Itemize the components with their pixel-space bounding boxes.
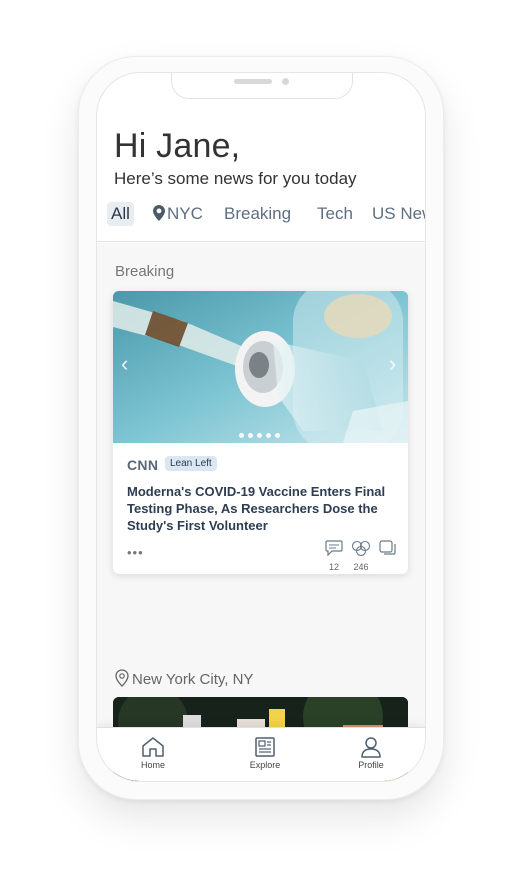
tab-breaking[interactable]: Breaking	[224, 202, 291, 226]
news-source[interactable]: CNN	[127, 457, 158, 473]
reactions-stat[interactable]: 246	[351, 540, 371, 572]
carousel-dot[interactable]	[275, 433, 280, 438]
more-options-icon[interactable]: •••	[127, 545, 144, 560]
tab-us-news[interactable]: US New	[372, 202, 425, 226]
home-icon	[142, 737, 164, 757]
location-pin-icon	[115, 669, 129, 687]
location-pin-icon	[153, 204, 165, 228]
section-title-breaking: Breaking	[115, 263, 175, 280]
feed-content: Breaking ‹ › CNN Lean Left Moderna's COV…	[97, 243, 425, 781]
bottom-nav: Home Explore Profile	[97, 727, 425, 781]
reactions-icon	[351, 540, 371, 557]
comments-count: 12	[328, 562, 339, 572]
carousel-dots[interactable]	[237, 425, 282, 443]
header-divider	[97, 241, 425, 242]
greeting-subtitle: Here’s some news for you today	[114, 169, 357, 188]
tab-tech[interactable]: Tech	[317, 202, 353, 226]
phone-notch	[171, 73, 353, 99]
nav-profile[interactable]: Profile	[341, 736, 401, 770]
vaccine-image: ‹ ›	[113, 291, 408, 443]
share-stat[interactable]	[379, 540, 397, 561]
comments-stat[interactable]: 12	[325, 540, 343, 572]
nav-explore[interactable]: Explore	[235, 736, 295, 770]
newspaper-icon	[255, 737, 275, 757]
carousel-dot[interactable]	[257, 433, 262, 438]
front-camera	[282, 78, 289, 85]
tab-all[interactable]: All	[107, 202, 134, 226]
news-card[interactable]: ‹ › CNN Lean Left Moderna's COVID-19 Vac…	[113, 291, 408, 574]
news-headline[interactable]: Moderna's COVID-19 Vaccine Enters Final …	[127, 483, 397, 534]
location-section-title: New York City, NY	[115, 669, 253, 688]
tab-nyc[interactable]: NYC	[153, 202, 203, 228]
bias-badge: Lean Left	[165, 456, 217, 471]
comment-icon	[325, 540, 343, 557]
carousel-prev-icon[interactable]: ‹	[121, 351, 128, 377]
tab-nyc-label: NYC	[167, 204, 203, 223]
location-name: New York City, NY	[132, 671, 254, 688]
app-screen: Hi Jane, Here’s some news for you today …	[96, 72, 426, 782]
nav-home[interactable]: Home	[123, 736, 183, 770]
carousel-dot[interactable]	[248, 433, 253, 438]
copy-icon	[379, 540, 396, 555]
reactions-count: 246	[353, 562, 369, 572]
greeting-title: Hi Jane,	[114, 127, 241, 165]
nav-profile-label: Profile	[358, 760, 384, 770]
carousel-dot[interactable]	[239, 433, 244, 438]
nav-explore-label: Explore	[249, 760, 281, 770]
speaker-grille	[234, 79, 272, 84]
nav-home-label: Home	[140, 760, 165, 770]
carousel-dot[interactable]	[266, 433, 271, 438]
profile-icon	[361, 737, 381, 758]
carousel-next-icon[interactable]: ›	[389, 351, 396, 377]
